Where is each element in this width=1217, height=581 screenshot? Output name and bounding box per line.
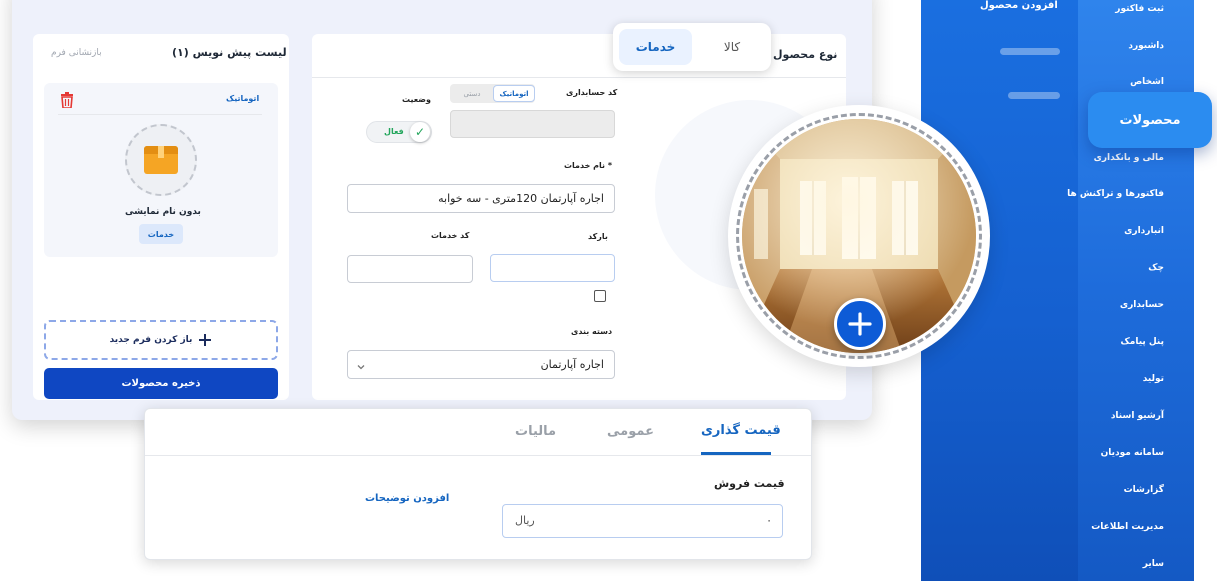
type-chip: خدمات xyxy=(139,224,183,244)
save-products-button[interactable]: ذخیره محصولات xyxy=(44,368,278,399)
accounting-code-field xyxy=(450,110,615,138)
draft-item-mode: اتوماتیک xyxy=(226,94,260,103)
barcode-input[interactable] xyxy=(490,254,615,282)
divider xyxy=(58,114,262,115)
plus-icon xyxy=(848,312,872,336)
sidebar-item-register-invoice[interactable]: ثبت فاکتور xyxy=(1115,4,1164,14)
service-code-label: کد خدمات xyxy=(431,231,470,240)
draft-item-name: بدون نام نمایشی xyxy=(125,207,201,217)
sidebar-item-finance[interactable]: مالی و بانکداری xyxy=(1094,153,1164,163)
barcode-checkbox[interactable] xyxy=(594,290,606,302)
sidebar-item-products[interactable]: محصولات xyxy=(1088,92,1212,148)
divider xyxy=(312,77,846,78)
new-form-label: باز کردن فرم جدید xyxy=(109,335,193,345)
plus-icon xyxy=(199,334,212,346)
chevron-down-icon xyxy=(356,357,366,376)
service-name-input[interactable]: اجاره آپارتمان 120متری - سه خوابه xyxy=(347,184,615,213)
sale-price-value: ۰ xyxy=(766,514,772,527)
sidebar-item-tax-system[interactable]: سامانه مودیان xyxy=(1101,448,1164,458)
service-code-input[interactable] xyxy=(347,255,473,283)
sidebar-item-accounting[interactable]: حسابداری xyxy=(1120,300,1164,310)
code-mode-automatic[interactable]: اتوماتیک xyxy=(493,85,535,102)
accounting-code-label: کد حسابداری xyxy=(566,88,618,97)
category-label: دسته بندی xyxy=(571,327,613,336)
status-value: فعال xyxy=(384,127,404,136)
sidebar-nav: ثبت فاکتور داشبورد اشخاص مالی و بانکداری… xyxy=(1067,0,1194,581)
sidebar-item-dashboard[interactable]: داشبورد xyxy=(1128,41,1164,51)
tab-tax[interactable]: مالیات xyxy=(515,424,556,439)
new-form-button[interactable]: باز کردن فرم جدید xyxy=(44,320,278,360)
sidebar-item-persons[interactable]: اشخاص xyxy=(1130,77,1164,87)
reset-form-link[interactable]: بازنشانی فرم xyxy=(51,48,102,58)
barcode-label: بارکد xyxy=(588,232,608,241)
service-name-label: نام خدمات * xyxy=(564,161,613,170)
sidebar-item-production[interactable]: تولید xyxy=(1143,374,1164,384)
sale-price-input[interactable]: ۰ ریال xyxy=(502,504,783,538)
sidebar-item-data-management[interactable]: مدیریت اطلاعات xyxy=(1091,522,1164,532)
placeholder-bar xyxy=(1008,92,1060,99)
code-mode-manual[interactable]: دستی xyxy=(452,85,492,102)
sidebar-item-reports[interactable]: گزارشات xyxy=(1124,485,1164,495)
sidebar-header: افزودن محصول xyxy=(980,0,1058,11)
sidebar-item-invoices[interactable]: فاکتورها و تراکنش ها xyxy=(1067,189,1164,199)
sidebar-item-inventory[interactable]: انبارداری xyxy=(1124,226,1164,236)
currency-label: ریال xyxy=(515,514,535,527)
status-label: وضعیت xyxy=(402,95,431,104)
sidebar-item-cheque[interactable]: چک xyxy=(1148,263,1164,273)
category-value: اجاره آپارتمان xyxy=(540,358,604,371)
product-type-label: نوع محصول xyxy=(773,48,838,61)
tab-general[interactable]: عمومی xyxy=(607,424,654,439)
add-image-button[interactable] xyxy=(834,298,886,350)
trash-icon[interactable] xyxy=(60,92,74,112)
divider xyxy=(145,455,811,456)
tab-pricing[interactable]: قیمت گذاری xyxy=(701,423,781,438)
check-icon: ✓ xyxy=(410,122,430,142)
sidebar-item-archive[interactable]: آرشیو اسناد xyxy=(1111,411,1164,421)
add-description-link[interactable]: افزودن توضیحات xyxy=(365,493,449,504)
sidebar-item-other[interactable]: سایر xyxy=(1143,559,1164,569)
category-select[interactable]: اجاره آپارتمان xyxy=(347,350,615,379)
sidebar-item-sms[interactable]: پنل پیامک xyxy=(1121,337,1164,347)
product-avatar xyxy=(125,124,197,196)
tab-services[interactable]: خدمات xyxy=(619,29,692,65)
sale-price-label: قیمت فروش xyxy=(714,477,785,490)
package-icon xyxy=(144,146,178,174)
placeholder-bar xyxy=(1000,48,1060,55)
drafts-title: لیست پیش نویس (۱) xyxy=(172,46,287,59)
tab-goods[interactable]: کالا xyxy=(700,29,764,65)
